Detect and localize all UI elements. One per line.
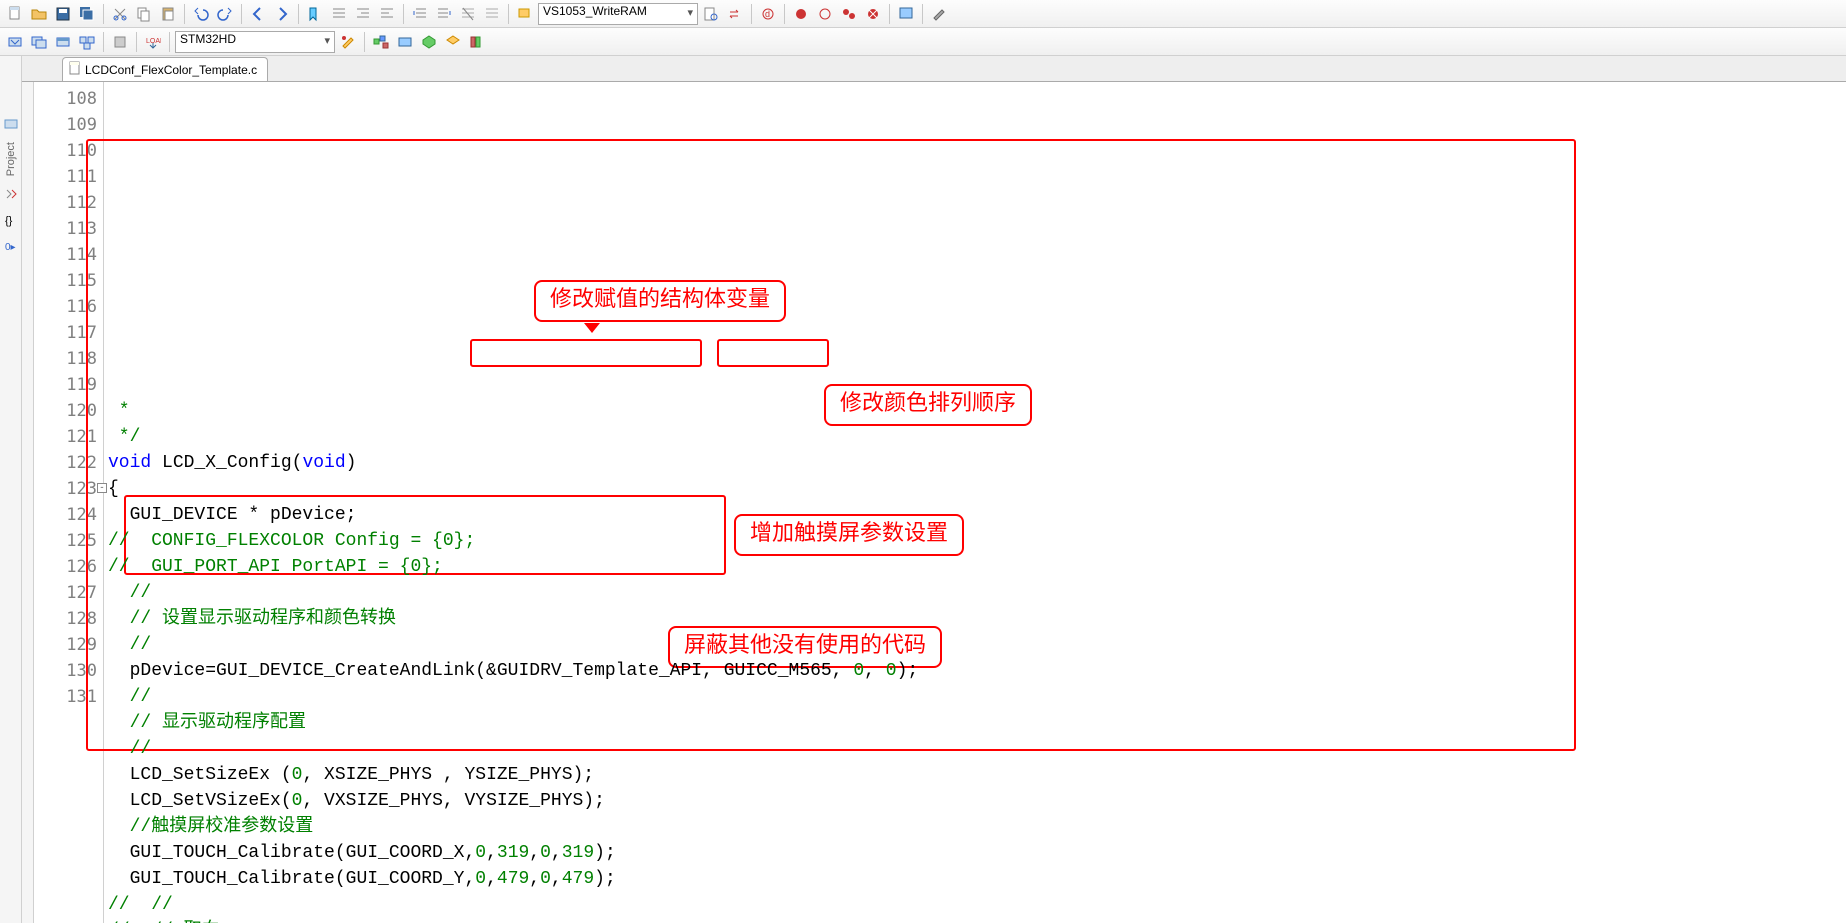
replace-icon[interactable] (724, 3, 746, 25)
svg-text:d: d (765, 9, 770, 19)
bp-set-icon[interactable] (790, 3, 812, 25)
separator (184, 4, 185, 24)
target-combo-value: STM32HD (180, 32, 236, 46)
separator (889, 4, 890, 24)
rte-icon[interactable] (442, 31, 464, 53)
bp-kill-icon[interactable] (862, 3, 884, 25)
separator (169, 32, 170, 52)
cut-icon[interactable] (109, 3, 131, 25)
debug-icon[interactable]: d (757, 3, 779, 25)
svg-text:0▸: 0▸ (5, 242, 16, 253)
editor: LCDConf_FlexColor_Template.c 10810911011… (22, 56, 1846, 923)
separator (241, 4, 242, 24)
save-icon[interactable] (52, 3, 74, 25)
configure-icon[interactable] (928, 3, 950, 25)
callout-struct-tail (584, 323, 600, 333)
new-file-icon[interactable] (4, 3, 26, 25)
tab-strip: LCDConf_FlexColor_Template.c (22, 56, 1846, 82)
build-file-icon[interactable] (4, 31, 26, 53)
build-target-icon[interactable] (28, 31, 50, 53)
redo-icon[interactable] (214, 3, 236, 25)
download-icon[interactable]: LOAD (142, 31, 164, 53)
separator (298, 4, 299, 24)
fold-gutter (22, 82, 34, 923)
nav-back-icon[interactable] (247, 3, 269, 25)
project-tab-icon[interactable] (3, 116, 19, 132)
side-gutter: Project {} 0▸ (0, 56, 22, 923)
rebuild-icon[interactable] (52, 31, 74, 53)
annotation-box-api (470, 339, 702, 367)
target-combo[interactable]: STM32HD (175, 31, 335, 53)
annotation-box-m565 (717, 339, 829, 367)
pack-installer-icon[interactable] (418, 31, 440, 53)
workarea: Project {} 0▸ LCDConf_FlexColor_Template… (0, 56, 1846, 923)
separator (364, 32, 365, 52)
separator (103, 32, 104, 52)
copy-icon[interactable] (133, 3, 155, 25)
separator (508, 4, 509, 24)
separator (922, 4, 923, 24)
toolbar-build: LOAD STM32HD (0, 28, 1846, 56)
window-icon[interactable] (895, 3, 917, 25)
find-combo-value: VS1053_WriteRAM (543, 4, 647, 18)
open-file-icon[interactable] (28, 3, 50, 25)
stop-build-icon[interactable] (109, 31, 131, 53)
bookmark-icon[interactable] (304, 3, 326, 25)
line-numbers: 1081091101111121131141151161171181191201… (34, 82, 104, 923)
find-in-files-icon[interactable] (700, 3, 722, 25)
paste-icon[interactable] (157, 3, 179, 25)
tab-active[interactable]: LCDConf_FlexColor_Template.c (62, 57, 268, 81)
toolbar-main: VS1053_WriteRAM d (0, 0, 1846, 28)
batch-build-icon[interactable] (76, 31, 98, 53)
indent-icon[interactable] (433, 3, 455, 25)
select-packs-icon[interactable] (394, 31, 416, 53)
functions-tab-icon[interactable] (3, 186, 19, 202)
indent-l-icon[interactable] (328, 3, 350, 25)
nav-fwd-icon[interactable] (271, 3, 293, 25)
manage-proj-icon[interactable] (370, 31, 392, 53)
braces-icon[interactable]: {} (3, 212, 19, 228)
uncomment-icon[interactable] (481, 3, 503, 25)
books-icon[interactable] (466, 31, 488, 53)
project-tab-label[interactable]: Project (5, 142, 17, 176)
separator (103, 4, 104, 24)
separator (403, 4, 404, 24)
save-all-icon[interactable] (76, 3, 98, 25)
comment-icon[interactable] (457, 3, 479, 25)
separator (751, 4, 752, 24)
templates-icon[interactable]: 0▸ (3, 238, 19, 254)
outdent-icon[interactable] (409, 3, 431, 25)
bp-all-icon[interactable] (838, 3, 860, 25)
indent-l2-icon[interactable] (376, 3, 398, 25)
bp-disable-icon[interactable] (814, 3, 836, 25)
callout-struct: 修改赋值的结构体变量 (534, 280, 786, 322)
undo-icon[interactable] (190, 3, 212, 25)
find-icon[interactable] (514, 3, 536, 25)
tab-filename: LCDConf_FlexColor_Template.c (85, 63, 257, 77)
separator (784, 4, 785, 24)
find-combo[interactable]: VS1053_WriteRAM (538, 3, 698, 25)
target-options-icon[interactable] (337, 31, 359, 53)
file-icon (69, 61, 81, 78)
code-area[interactable]: 1081091101111121131141151161171181191201… (22, 82, 1846, 923)
svg-text:{}: {} (5, 215, 13, 227)
separator (136, 32, 137, 52)
indent-r-icon[interactable] (352, 3, 374, 25)
code-content[interactable]: 修改赋值的结构体变量 修改颜色排列顺序 增加触摸屏参数设置 屏蔽其他没有使用的代… (104, 82, 1846, 923)
